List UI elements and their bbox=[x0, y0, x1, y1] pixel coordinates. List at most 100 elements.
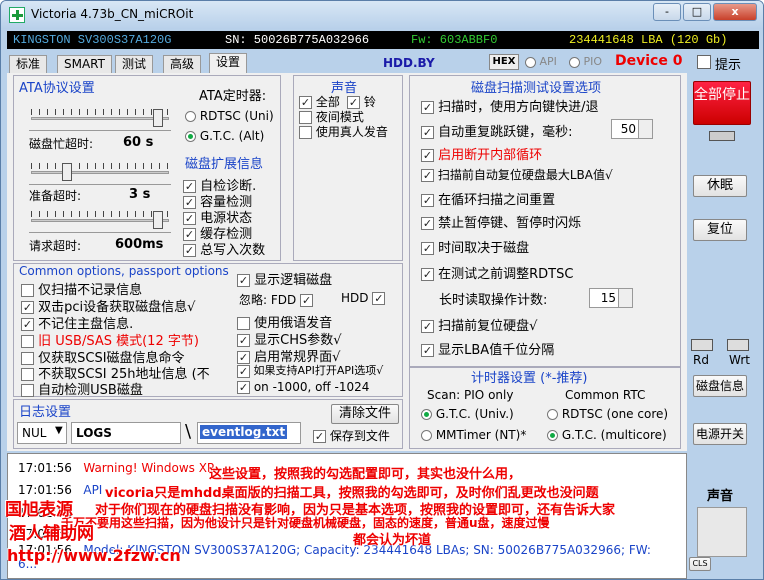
read-count-label: 长时读取操作计数: bbox=[439, 293, 548, 308]
common-auto-usb-checkbox[interactable]: 自动检测USB磁盘 bbox=[21, 379, 143, 398]
tab-standard[interactable]: 标准 bbox=[9, 55, 48, 73]
drive-firmware: Fw: 603ABBF0 bbox=[411, 33, 498, 47]
api-radio[interactable]: API bbox=[525, 55, 557, 68]
common-label: 忽略: FDD bbox=[239, 293, 297, 307]
gtc-univ-radio[interactable]: G.T.C. (Univ.) bbox=[421, 407, 514, 421]
drive-info-bar: KINGSTON SV300S37A120G SN: 50026B775A032… bbox=[7, 31, 759, 49]
ext-label: 总写入次数 bbox=[200, 243, 266, 258]
annotation-line-1: 这些设置，按照我的勾选配置即可，其实也没什么用， bbox=[209, 467, 522, 482]
scan-label: 启用断开内部循环 bbox=[438, 148, 543, 163]
request-timeout-slider[interactable] bbox=[29, 207, 171, 233]
pio-radio[interactable]: PIO bbox=[569, 55, 602, 68]
on-off-checkbox[interactable]: ✓ on -1000, off -1024 bbox=[237, 380, 369, 394]
ignore-fdd-checkbox[interactable]: 忽略: FDD ✓ bbox=[239, 291, 314, 308]
slider-thumb[interactable] bbox=[152, 109, 163, 127]
scan-time-checkbox[interactable]: ✓ 时间取决于磁盘 bbox=[421, 237, 529, 256]
slider-thumb[interactable] bbox=[152, 211, 163, 229]
scan-break-loop-checkbox[interactable]: ✓ 启用断开内部循环 bbox=[421, 144, 542, 163]
tab-smart[interactable]: SMART bbox=[57, 55, 112, 73]
device-label: Device 0 bbox=[615, 53, 683, 69]
log-time: 17:01:56 bbox=[18, 461, 72, 475]
drive-lba: 234441648 LBA (120 Gb) bbox=[569, 33, 728, 47]
tab-settings[interactable]: 设置 bbox=[209, 53, 248, 73]
hint-checkbox[interactable] bbox=[697, 55, 711, 69]
scan-autorepeat-checkbox[interactable]: ✓ 自动重复跳跃键，毫秒: bbox=[421, 121, 573, 140]
ignore-hdd-checkbox[interactable]: HDD ✓ bbox=[341, 291, 386, 305]
close-button[interactable]: x bbox=[713, 3, 757, 21]
sleep-button[interactable]: 休眠 bbox=[693, 175, 747, 197]
gtc-multi-label: G.T.C. (multicore) bbox=[561, 428, 667, 442]
watermark-line-3: http://www.2fzw.cn bbox=[7, 546, 181, 565]
stop-all-button[interactable]: 全部停止 bbox=[693, 81, 751, 125]
gtc-alt-radio[interactable]: G.T.C. (Alt) bbox=[185, 129, 264, 143]
gtc-univ-label: G.T.C. (Univ.) bbox=[435, 407, 514, 421]
log-row: 17:01:56 Warning! Windows XP bbox=[18, 461, 214, 475]
request-timeout-value: 600ms bbox=[115, 237, 164, 252]
hex-button[interactable]: HEX bbox=[489, 54, 519, 70]
show-logical-checkbox[interactable]: ✓ 显示逻辑磁盘 bbox=[237, 269, 332, 288]
save-to-file-checkbox[interactable]: ✓ 保存到文件 bbox=[313, 427, 390, 444]
clear-file-button[interactable]: 清除文件 bbox=[331, 404, 399, 424]
scan-label: 显示LBA值千位分隔 bbox=[438, 343, 555, 358]
tab-advanced[interactable]: 高级 bbox=[163, 55, 202, 73]
busy-timeout-slider[interactable] bbox=[29, 105, 171, 131]
scan-label: 扫描前自动复位硬盘最大LBA值√ bbox=[437, 168, 613, 182]
gtc-alt-label: G.T.C. (Alt) bbox=[199, 129, 265, 143]
scan-reset-drive-checkbox[interactable]: ✓ 扫描前复位硬盘√ bbox=[421, 315, 537, 334]
api-option-checkbox[interactable]: ✓ 如果支持API打开API选项√ bbox=[237, 362, 383, 378]
log-folder-input[interactable]: LOGS bbox=[71, 422, 181, 444]
sound-label: 声音 bbox=[707, 489, 734, 504]
pio-label: PIO bbox=[583, 55, 603, 68]
right-panel: 提示 全部停止 休眠 复位 Rd Wrt 磁盘信息 电源开关 声音 CLS bbox=[689, 51, 763, 579]
mmtimer-label: MMTimer (NT)* bbox=[435, 428, 527, 442]
mmtimer-radio[interactable]: MMTimer (NT)* bbox=[421, 428, 526, 442]
api-label: API bbox=[539, 55, 557, 68]
human-voice-checkbox[interactable]: 使用真人发音 bbox=[299, 123, 388, 140]
gtc-multi-radio[interactable]: G.T.C. (multicore) bbox=[547, 428, 667, 442]
ext-writes-checkbox[interactable]: ✓ 总写入次数 bbox=[183, 239, 265, 258]
title-bar: Victoria 4.73b_CN_miCROit - □ x bbox=[1, 1, 763, 29]
power-button[interactable]: 电源开关 bbox=[693, 423, 747, 445]
log-message: API bbox=[83, 483, 103, 497]
watermark-line-2: 酒人辅助网 bbox=[9, 524, 94, 544]
log-file-input[interactable]: eventlog.txt bbox=[197, 422, 301, 444]
human-voice-label: 使用真人发音 bbox=[315, 125, 388, 139]
slider-ticks bbox=[31, 109, 169, 115]
drive-model: KINGSTON SV300S37A120G bbox=[13, 33, 172, 47]
slider-ticks bbox=[31, 163, 169, 169]
scan-rdtsc-checkbox[interactable]: ✓ 在测试之前调整RDTSC bbox=[421, 263, 573, 282]
minimize-button[interactable]: - bbox=[653, 3, 681, 21]
rdtsc-uni-radio[interactable]: RDTSC (Uni) bbox=[185, 109, 274, 123]
ready-timeout-value: 3 s bbox=[129, 187, 151, 202]
annotation-line-4: 千万不要用这些扫描，因为他设计只是针对硬盘机械硬盘，固态的速度，普通u盘，速度过… bbox=[61, 516, 550, 530]
ready-timeout-slider[interactable] bbox=[29, 159, 171, 185]
dropdown-arrow-icon: ▼ bbox=[55, 425, 63, 436]
scan-label: 扫描时，使用方向键快进/退 bbox=[438, 100, 599, 115]
scan-reset-loop-checkbox[interactable]: ✓ 在循环扫描之间重置 bbox=[421, 189, 555, 208]
scan-label: 扫描前复位硬盘√ bbox=[438, 319, 538, 334]
disk-info-button[interactable]: 磁盘信息 bbox=[693, 375, 747, 397]
scan-pause-checkbox[interactable]: ✓ 禁止暂停键、暂停时闪烁 bbox=[421, 212, 581, 231]
sound-control[interactable] bbox=[697, 507, 747, 557]
scan-label: 自动重复跳跃键，毫秒: bbox=[438, 125, 573, 140]
log-message: Warning! Windows XP bbox=[83, 461, 215, 475]
cls-button[interactable]: CLS bbox=[689, 557, 711, 571]
autorepeat-ms-spinner[interactable]: 50 bbox=[611, 119, 653, 139]
app-cross-icon bbox=[9, 7, 25, 23]
lba-thousand-checkbox[interactable]: ✓ 显示LBA值千位分隔 bbox=[421, 339, 554, 358]
scan-pio-label: Scan: PIO only bbox=[427, 388, 514, 402]
read-count-spinner[interactable]: 15 bbox=[589, 288, 633, 308]
reset-button[interactable]: 复位 bbox=[693, 219, 747, 241]
slider-ticks bbox=[31, 211, 169, 217]
maximize-button[interactable]: □ bbox=[683, 3, 711, 21]
hdd-by-link[interactable]: HDD.BY bbox=[383, 56, 435, 70]
scan-arrows-checkbox[interactable]: ✓ 扫描时，使用方向键快进/退 bbox=[421, 96, 599, 115]
slider-thumb[interactable] bbox=[61, 163, 72, 181]
rdtsc-core-radio[interactable]: RDTSC (one core) bbox=[547, 407, 668, 421]
save-to-file-label: 保存到文件 bbox=[329, 429, 390, 443]
window-title: Victoria 4.73b_CN_miCROit bbox=[31, 7, 194, 21]
slider-track bbox=[31, 219, 169, 222]
scan-reset-lba-checkbox[interactable]: ✓ 扫描前自动复位硬盘最大LBA值√ bbox=[421, 166, 613, 183]
ata-title: ATA协议设置 bbox=[19, 81, 95, 96]
tab-test[interactable]: 测试 bbox=[115, 55, 154, 73]
